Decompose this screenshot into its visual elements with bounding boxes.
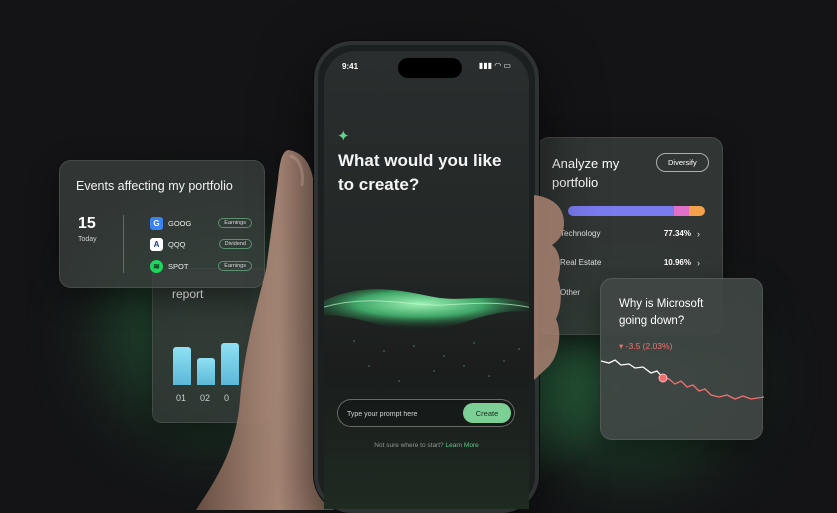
hint-text: Not sure where to start? Learn More [324,442,529,449]
report-bar [173,347,191,385]
dynamic-island [398,58,462,78]
allocation-row[interactable]: Technology 77.34% › [560,229,700,239]
prompt-input[interactable] [347,406,457,422]
status-time: 9:41 [342,62,359,71]
phone-screen: 9:41 ▮▮▮ ◠ ▭ ✦ What would you like to cr… [324,51,529,509]
create-button[interactable]: Create [463,403,511,423]
chart-marker[interactable] [658,373,668,383]
wave-graphic [324,289,529,382]
calendar-day-label: Today [78,236,97,243]
allocation-segment [673,206,689,216]
finger-image [534,195,564,380]
phone-device: 9:41 ▮▮▮ ◠ ▭ ✦ What would you like to cr… [314,41,539,513]
price-change-value: -3.5 (2.03%) [625,341,673,351]
signal-wifi-battery-icon: ▮▮▮ ◠ ▭ [478,61,511,70]
learn-more-link[interactable]: Learn More [445,442,478,449]
microsoft-card: Why is Microsoft going down? ▾ -3.5 (2.0… [600,278,764,440]
diversify-button[interactable]: Diversify [656,153,709,172]
hero-stage: report 01 02 0 Events affecting my portf… [0,0,837,513]
sparkle-icon: ✦ [337,128,350,145]
prompt-input-container: Create [337,399,515,427]
allocation-segment [568,206,674,216]
down-arrow-icon: ▾ [619,341,624,351]
chevron-right-icon: › [697,229,700,239]
google-icon: G [150,216,163,230]
calendar-day-number: 15 [78,215,96,232]
allocation-bar [568,206,705,216]
allocation-percent: 10.96% [663,258,691,267]
stock-line-chart [601,359,764,400]
spotify-icon: ≋ [150,259,163,273]
analyze-card-title: Analyze my portfolio [552,156,620,190]
allocation-segment [688,206,705,216]
microsoft-card-title: Why is Microsoft going down? [619,298,704,327]
divider [123,215,124,273]
report-bar-label: 01 [176,393,187,403]
chevron-right-icon: › [697,258,700,268]
hint-question: Not sure where to start? [374,442,444,449]
page-title: What would you like to create? [338,151,502,194]
stock-line [601,359,764,400]
allocation-percent: 77.34% [663,229,691,238]
allocation-row[interactable]: Real Estate 10.96% › [560,258,700,268]
invesco-icon: A [150,237,163,251]
